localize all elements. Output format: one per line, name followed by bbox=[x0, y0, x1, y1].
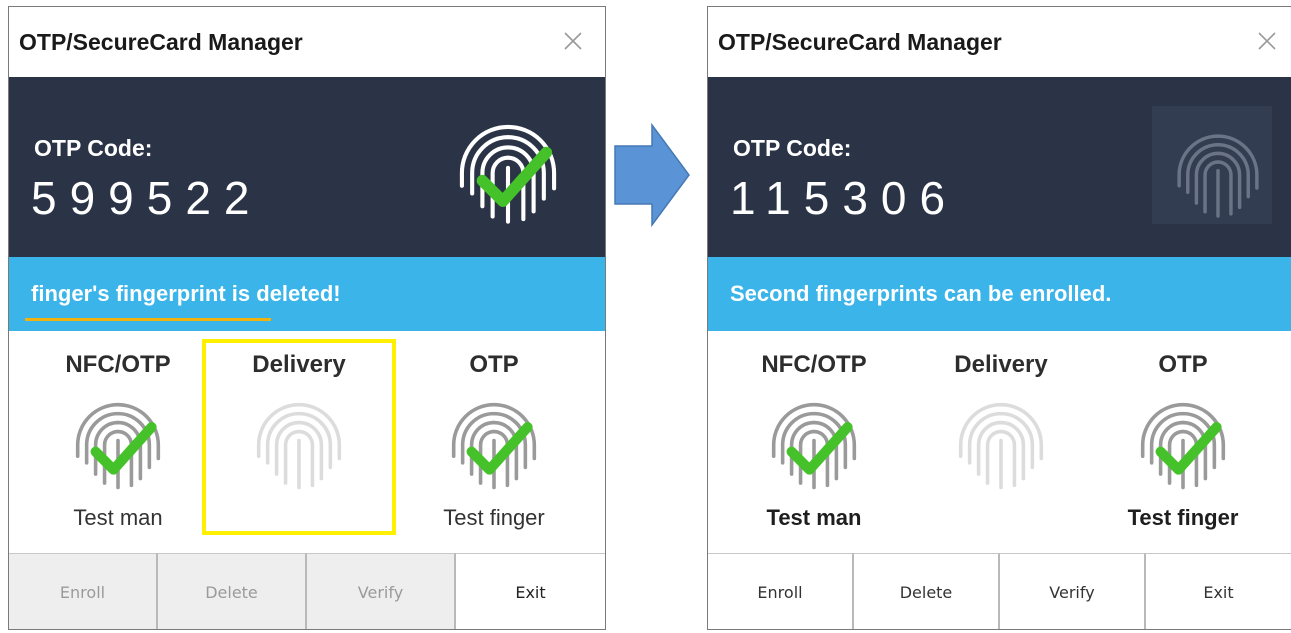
window-title: OTP/SecureCard Manager bbox=[19, 29, 303, 55]
exit-button[interactable]: Exit bbox=[1146, 553, 1291, 629]
status-message: Second fingerprints can be enrolled. bbox=[730, 281, 1112, 306]
slot-delivery[interactable]: Delivery bbox=[906, 337, 1096, 537]
close-icon[interactable] bbox=[1253, 27, 1281, 55]
button-row: Enroll Delete Verify Exit bbox=[708, 553, 1291, 629]
arrow-right-icon bbox=[614, 122, 690, 228]
otp-manager-window-before: OTP/SecureCard Manager OTP Code: 599522 … bbox=[8, 6, 606, 630]
enroll-button[interactable]: Enroll bbox=[708, 553, 854, 629]
slot-title: NFC/OTP bbox=[65, 351, 171, 378]
otp-manager-window-after: OTP/SecureCard Manager OTP Code: 115306 … bbox=[707, 6, 1291, 630]
otp-code-panel: OTP Code: 115306 bbox=[708, 77, 1291, 257]
window-title: OTP/SecureCard Manager bbox=[718, 29, 1002, 55]
status-message: finger's fingerprint is deleted! bbox=[31, 281, 341, 306]
title-bar: OTP/SecureCard Manager bbox=[9, 7, 605, 77]
fingerprint-check-icon bbox=[771, 402, 857, 490]
slot-otp[interactable]: OTP Test finger bbox=[399, 337, 589, 537]
slot-user-name: Test man bbox=[73, 505, 163, 530]
slot-user-name: Test finger bbox=[443, 505, 545, 530]
enroll-button[interactable]: Enroll bbox=[9, 553, 158, 629]
otp-code-label: OTP Code: bbox=[733, 135, 852, 161]
slot-title: OTP bbox=[469, 351, 519, 378]
fingerprint-check-icon bbox=[451, 402, 537, 490]
otp-code-value: 115306 bbox=[730, 172, 959, 224]
fingerprint-check-icon bbox=[459, 124, 557, 224]
slot-title: NFC/OTP bbox=[761, 351, 867, 378]
slot-title: Delivery bbox=[954, 351, 1048, 378]
fingerprint-check-icon bbox=[75, 402, 161, 490]
status-message-bar: Second fingerprints can be enrolled. bbox=[708, 257, 1291, 331]
slot-nfc-otp[interactable]: NFC/OTP Test man bbox=[23, 337, 213, 537]
delete-button[interactable]: Delete bbox=[158, 553, 307, 629]
exit-button[interactable]: Exit bbox=[456, 553, 605, 629]
otp-code-label: OTP Code: bbox=[34, 135, 153, 161]
fingerprint-check-icon bbox=[1140, 402, 1226, 490]
slot-user-name: Test man bbox=[766, 505, 862, 530]
selected-slot-highlight bbox=[202, 339, 396, 535]
verify-button[interactable]: Verify bbox=[307, 553, 456, 629]
otp-code-value: 599522 bbox=[31, 172, 263, 224]
otp-code-panel: OTP Code: 599522 bbox=[9, 77, 605, 257]
slot-otp[interactable]: OTP Test finger bbox=[1088, 337, 1278, 537]
delete-button[interactable]: Delete bbox=[854, 553, 1000, 629]
close-icon[interactable] bbox=[559, 27, 587, 55]
slot-title: OTP bbox=[1158, 351, 1208, 378]
fingerprint-icon bbox=[958, 402, 1044, 490]
slot-nfc-otp[interactable]: NFC/OTP Test man bbox=[719, 337, 909, 537]
slot-user-name: Test finger bbox=[1127, 505, 1239, 530]
button-row: Enroll Delete Verify Exit bbox=[9, 553, 605, 629]
verify-button[interactable]: Verify bbox=[1000, 553, 1146, 629]
message-underline-annotation bbox=[25, 318, 271, 321]
title-bar: OTP/SecureCard Manager bbox=[708, 7, 1291, 77]
fingerprint-icon bbox=[1177, 134, 1259, 218]
